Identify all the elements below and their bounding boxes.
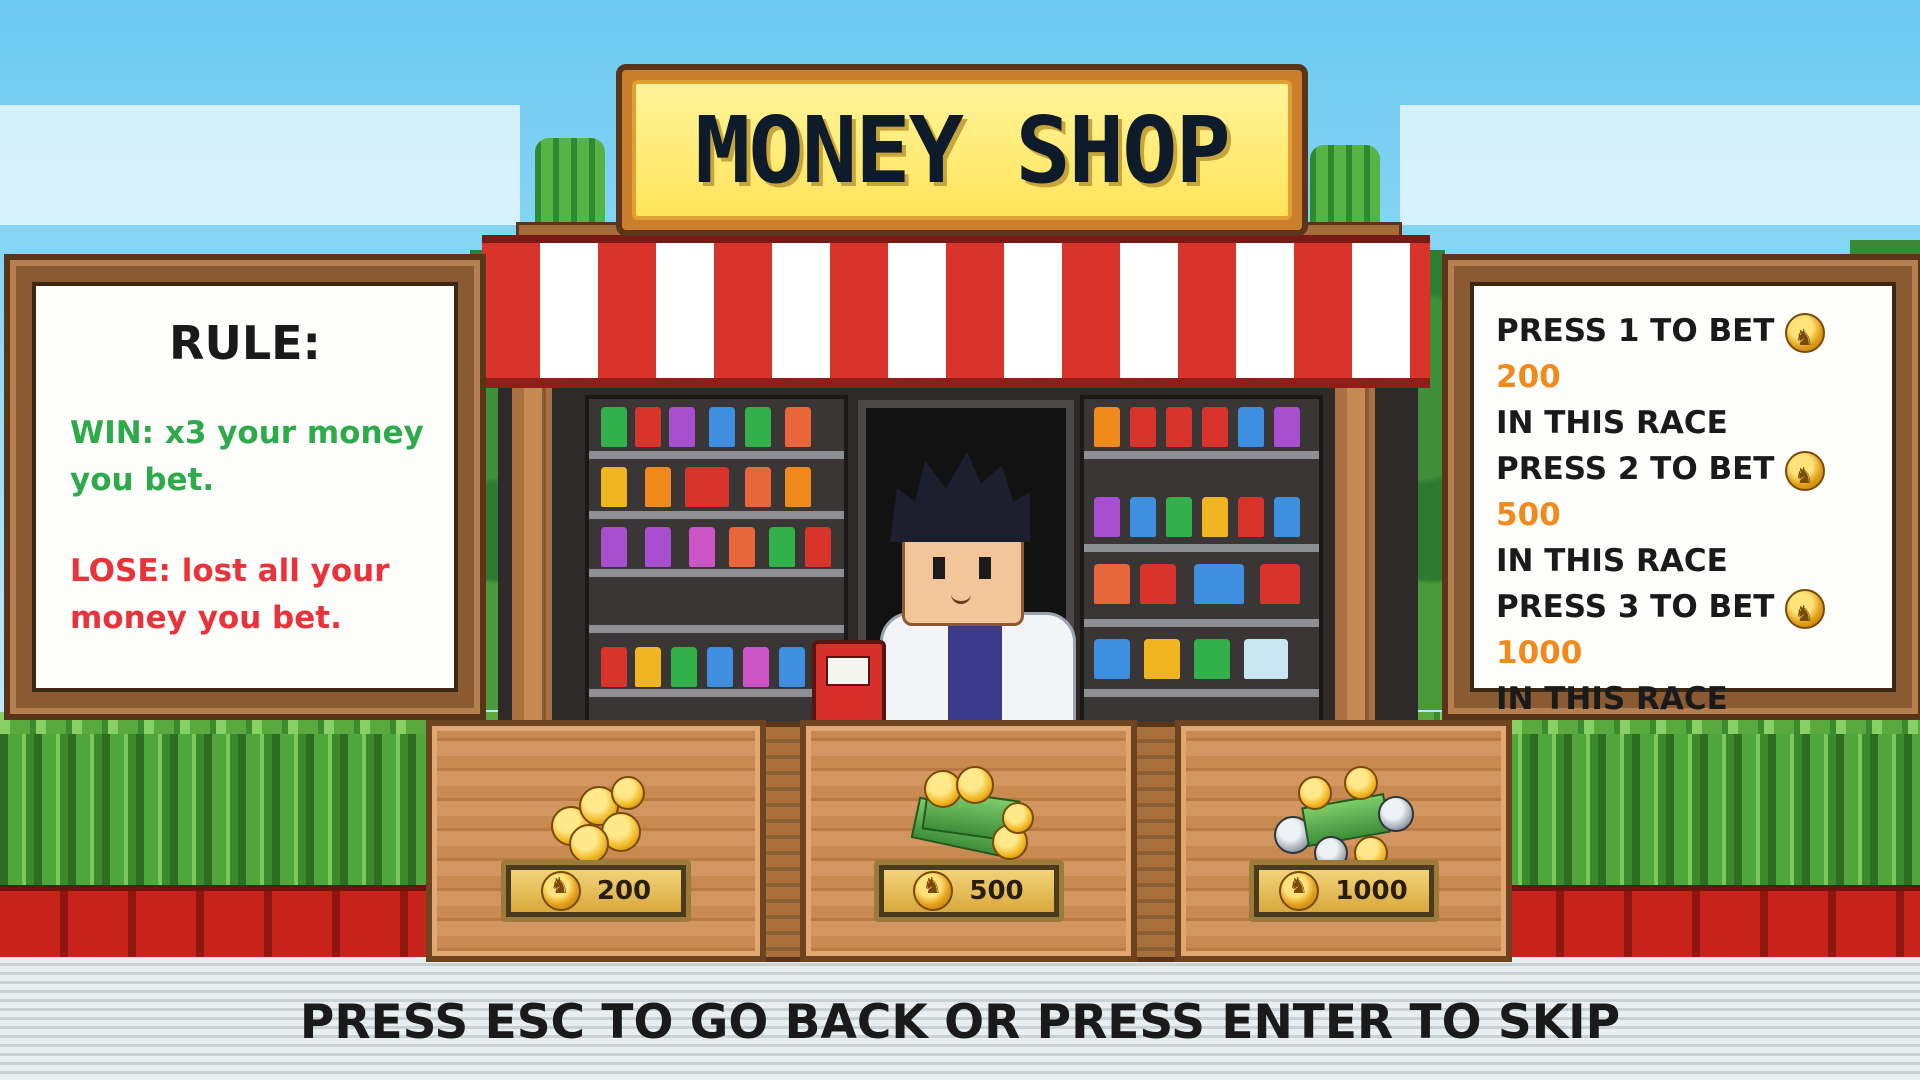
cactus-right xyxy=(1310,145,1380,222)
footer-instructions: PRESS ESC TO GO BACK OR PRESS ENTER TO S… xyxy=(299,995,1621,1050)
bet-option-2-prefix: PRESS 2 TO BET xyxy=(1496,451,1775,487)
shopkeeper-shirt xyxy=(948,612,1002,720)
horse-coin-icon xyxy=(1279,871,1320,911)
product xyxy=(1274,497,1300,537)
product xyxy=(1130,407,1156,447)
product xyxy=(1094,564,1130,604)
offer-panel-500[interactable]: 500 xyxy=(800,720,1137,962)
horse-coin-icon xyxy=(540,871,581,911)
cloud-right xyxy=(1400,105,1920,225)
cloud-left xyxy=(0,105,520,225)
product xyxy=(601,467,627,507)
bet-option-1-suffix: IN THIS RACE xyxy=(1496,405,1728,441)
product xyxy=(601,647,627,687)
rules-title: RULE: xyxy=(169,316,321,370)
product xyxy=(709,407,735,447)
offer-price: 200 xyxy=(596,876,652,906)
price-tag: 1000 xyxy=(1248,860,1439,922)
shop-post-left xyxy=(512,380,552,720)
product xyxy=(1194,639,1230,679)
product xyxy=(1166,407,1192,447)
bet-option-3-amount: 1000 xyxy=(1496,635,1583,671)
bet-option-3-prefix: PRESS 3 TO BET xyxy=(1496,589,1775,625)
shelf-unit-left xyxy=(585,395,848,728)
cash-register xyxy=(812,640,886,728)
product xyxy=(669,407,695,447)
cactus-left xyxy=(535,138,605,222)
product xyxy=(805,527,831,567)
product xyxy=(685,467,729,507)
product xyxy=(1194,564,1244,604)
product xyxy=(1238,497,1264,537)
product xyxy=(779,647,805,687)
rules-lose-text: LOSE: lost all your money you bet. xyxy=(70,553,390,636)
offer-price: 1000 xyxy=(1335,876,1408,906)
product xyxy=(1244,639,1288,679)
product xyxy=(601,527,627,567)
horse-coin-icon xyxy=(1785,450,1826,500)
product xyxy=(729,527,755,567)
bet-option-2[interactable]: PRESS 2 TO BET 500 IN THIS RACE xyxy=(1496,446,1896,584)
product xyxy=(689,527,715,567)
product xyxy=(645,467,671,507)
product xyxy=(1130,497,1156,537)
price-tag: 200 xyxy=(501,860,691,922)
horse-coin-icon xyxy=(1785,312,1826,362)
product xyxy=(707,647,733,687)
bet-option-3[interactable]: PRESS 3 TO BET 1000 IN THIS RACE xyxy=(1496,584,1896,722)
price-tag: 500 xyxy=(873,860,1064,922)
product xyxy=(1202,407,1228,447)
bet-option-2-suffix: IN THIS RACE xyxy=(1496,543,1728,579)
product xyxy=(1166,497,1192,537)
product xyxy=(1140,564,1176,604)
product xyxy=(785,407,811,447)
product xyxy=(1274,407,1300,447)
offer-price: 500 xyxy=(969,876,1024,906)
bet-option-2-amount: 500 xyxy=(1496,497,1561,533)
shop-awning xyxy=(482,235,1430,388)
bet-options-board-face: PRESS 1 TO BET 200 IN THIS RACE PRESS 2 … xyxy=(1470,282,1896,717)
product xyxy=(1094,407,1120,447)
horse-coin-icon xyxy=(1785,588,1826,638)
shop-post-right xyxy=(1335,380,1375,720)
offer-panel-200[interactable]: 200 xyxy=(426,720,766,962)
product xyxy=(745,467,771,507)
bet-option-1-prefix: PRESS 1 TO BET xyxy=(1496,313,1775,349)
offer-panel-1000[interactable]: 1000 xyxy=(1175,720,1512,962)
bet-option-1[interactable]: PRESS 1 TO BET 200 IN THIS RACE xyxy=(1496,308,1896,446)
product xyxy=(769,527,795,567)
bet-options-board: PRESS 1 TO BET 200 IN THIS RACE PRESS 2 … xyxy=(1442,254,1920,720)
cash-and-coins-icon xyxy=(904,766,1034,866)
product xyxy=(601,407,627,447)
product xyxy=(635,407,661,447)
product xyxy=(743,647,769,687)
shelf-unit-right xyxy=(1080,395,1323,728)
rules-board: RULE: WIN: x3 your money you bet. LOSE: … xyxy=(4,254,486,720)
product xyxy=(671,647,697,687)
product xyxy=(635,647,661,687)
horse-coin-icon xyxy=(913,871,954,911)
product xyxy=(785,467,811,507)
rules-win-text: WIN: x3 your money you bet. xyxy=(70,415,424,498)
product xyxy=(645,527,671,567)
bet-option-3-suffix: IN THIS RACE xyxy=(1496,681,1728,717)
product xyxy=(1144,639,1180,679)
product xyxy=(1202,497,1228,537)
product xyxy=(1238,407,1264,447)
product xyxy=(1094,497,1120,537)
coin-stack-icon xyxy=(541,766,651,866)
product xyxy=(1094,639,1130,679)
bet-option-1-amount: 200 xyxy=(1496,359,1561,395)
product xyxy=(745,407,771,447)
shop-title: MONEY SHOP xyxy=(695,96,1231,204)
shop-sign: MONEY SHOP xyxy=(616,64,1308,236)
rules-board-face: RULE: WIN: x3 your money you bet. LOSE: … xyxy=(32,282,458,692)
product xyxy=(1260,564,1300,604)
